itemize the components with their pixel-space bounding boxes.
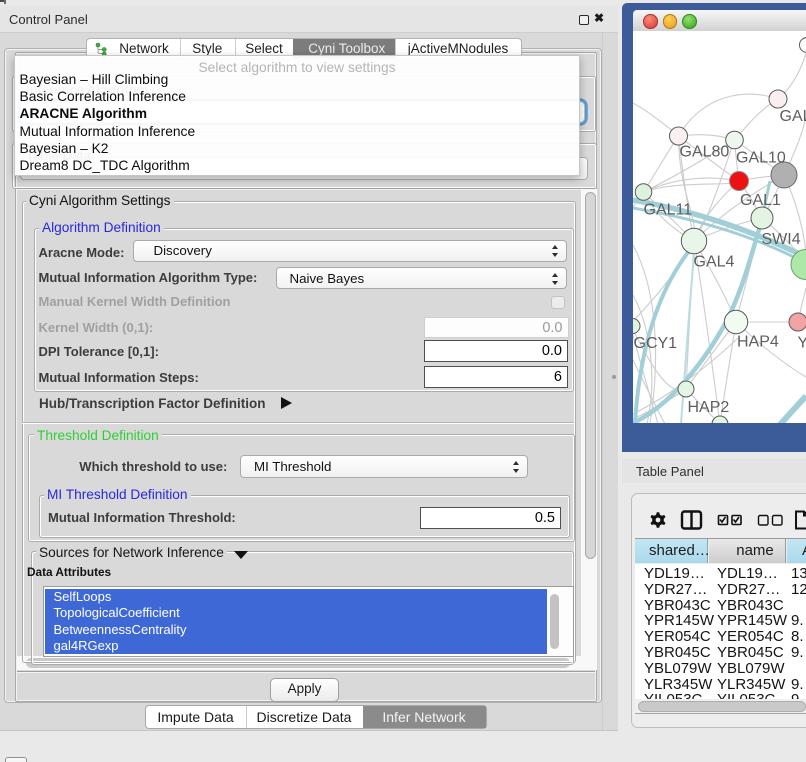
- svg-text:YEL: YEL: [798, 335, 806, 352]
- svg-text:GAL7: GAL7: [780, 108, 806, 125]
- svg-text:GCY1: GCY1: [634, 335, 678, 352]
- svg-text:GAL11: GAL11: [644, 202, 693, 219]
- svg-text:SWI4: SWI4: [762, 231, 801, 248]
- svg-text:GAL1: GAL1: [740, 192, 781, 209]
- svg-text:GAL10: GAL10: [736, 150, 786, 167]
- svg-text:HAP4: HAP4: [737, 334, 779, 351]
- svg-text:HAP2: HAP2: [688, 399, 730, 416]
- svg-text:GAL80: GAL80: [680, 144, 730, 161]
- svg-text:GAL4: GAL4: [694, 254, 735, 271]
